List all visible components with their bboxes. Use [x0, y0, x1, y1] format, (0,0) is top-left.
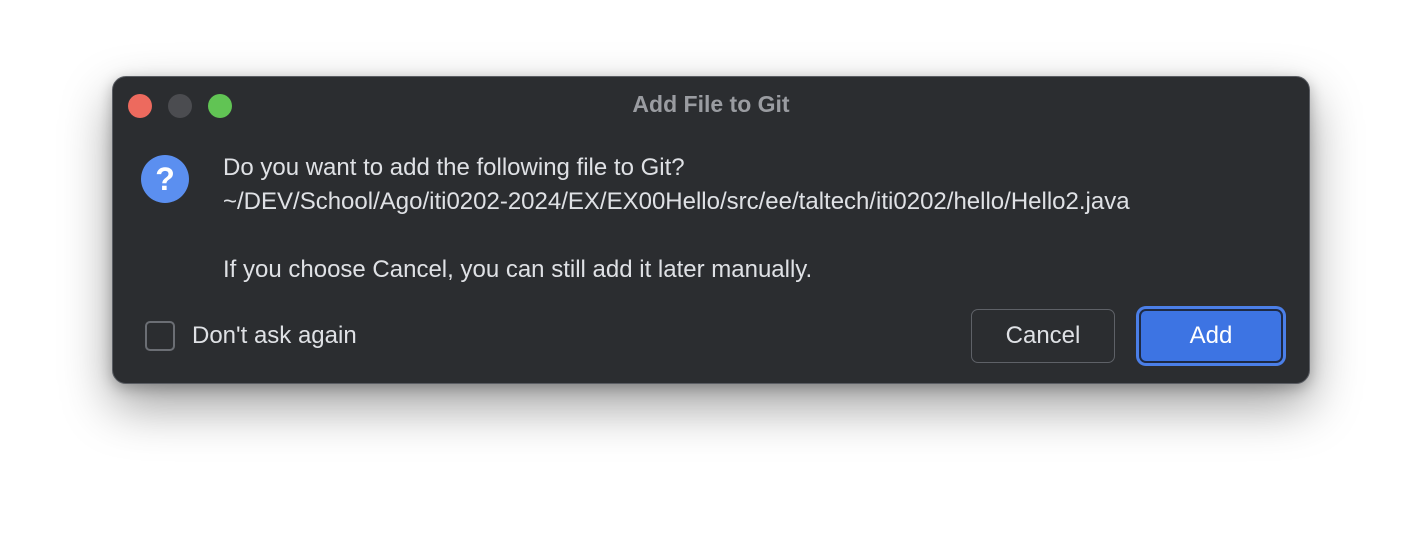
add-file-to-git-dialog: Add File to Git ? Do you want to add the…	[112, 76, 1310, 384]
dont-ask-again-checkbox[interactable]	[145, 321, 175, 351]
cancel-button[interactable]: Cancel	[971, 309, 1115, 363]
message-file-path: ~/DEV/School/Ago/iti0202-2024/EX/EX00Hel…	[223, 188, 1130, 215]
message-note: If you choose Cancel, you can still add …	[223, 256, 813, 283]
dialog-title: Add File to Git	[632, 91, 790, 117]
dont-ask-again-option[interactable]: Don't ask again	[145, 321, 357, 351]
message-question: Do you want to add the following file to…	[223, 154, 685, 181]
add-button[interactable]: Add	[1139, 309, 1283, 363]
question-icon: ?	[141, 155, 189, 203]
question-icon-glyph: ?	[155, 161, 175, 197]
dont-ask-again-label[interactable]: Don't ask again	[192, 321, 357, 351]
